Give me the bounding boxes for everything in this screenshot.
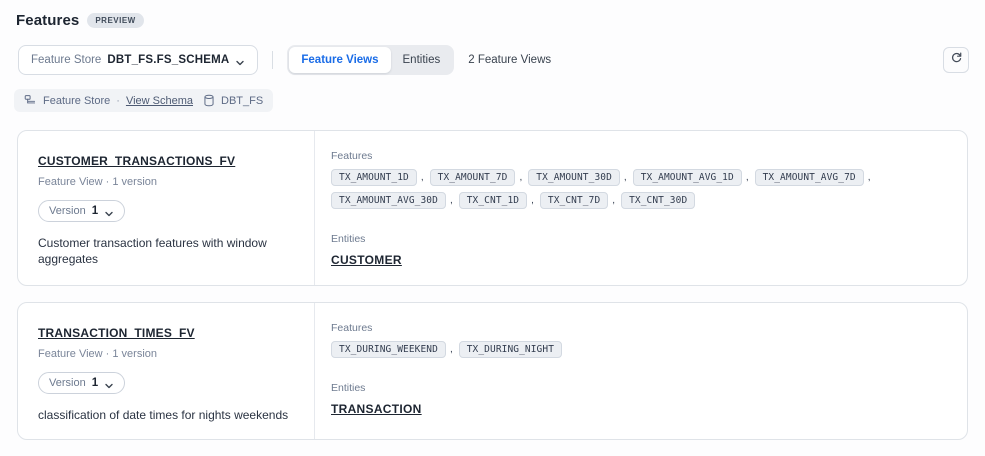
entities-section: Entities TRANSACTION bbox=[331, 382, 947, 418]
feature-chip: TX_AMOUNT_30D bbox=[528, 169, 620, 186]
chevron-down-icon bbox=[235, 55, 245, 65]
card-summary: CUSTOMER_TRANSACTIONS_FV Feature View · … bbox=[18, 131, 315, 285]
feature-store-value: DBT_FS.FS_SCHEMA bbox=[107, 54, 229, 66]
refresh-icon bbox=[950, 51, 963, 69]
features-section-label: Features bbox=[331, 150, 947, 162]
feature-view-card: TRANSACTION_TIMES_FV Feature View · 1 ve… bbox=[17, 302, 968, 440]
feature-store-dropdown[interactable]: Feature Store DBT_FS.FS_SCHEMA bbox=[18, 45, 258, 75]
tab-feature-views[interactable]: Feature Views bbox=[289, 47, 390, 73]
feature-chip: TX_CNT_7D bbox=[540, 192, 608, 209]
feature-chip-item: TX_DURING_NIGHT bbox=[459, 341, 562, 358]
features-page: Features PREVIEW Feature Store DBT_FS.FS… bbox=[0, 0, 985, 456]
entities-section-label: Entities bbox=[331, 233, 947, 245]
feature-chip-item: TX_CNT_30D bbox=[621, 192, 695, 209]
toolbar: Feature Store DBT_FS.FS_SCHEMA Feature V… bbox=[18, 45, 969, 75]
feature-chip: TX_AMOUNT_1D bbox=[331, 169, 417, 186]
feature-chip-item: TX_AMOUNT_AVG_7D bbox=[755, 169, 877, 186]
feature-view-name-link[interactable]: TRANSACTION_TIMES_FV bbox=[38, 326, 195, 340]
version-value: 1 bbox=[92, 377, 98, 389]
feature-view-name-link[interactable]: CUSTOMER_TRANSACTIONS_FV bbox=[38, 154, 235, 168]
feature-view-card: CUSTOMER_TRANSACTIONS_FV Feature View · … bbox=[17, 130, 968, 286]
feature-view-description: Customer transaction features with windo… bbox=[38, 235, 288, 267]
view-schema-link[interactable]: View Schema bbox=[126, 95, 193, 107]
card-details: Features TX_AMOUNT_1D TX_AMOUNT_7D TX_AM… bbox=[315, 131, 967, 285]
entities-section-label: Entities bbox=[331, 382, 947, 394]
version-value: 1 bbox=[92, 205, 98, 217]
feature-chip-item: TX_CNT_7D bbox=[540, 192, 621, 209]
breadcrumb-store-label: Feature Store bbox=[43, 95, 110, 107]
toolbar-divider bbox=[272, 51, 273, 69]
feature-chip: TX_CNT_30D bbox=[621, 192, 695, 209]
version-label: Version bbox=[49, 377, 86, 389]
preview-badge: PREVIEW bbox=[87, 13, 143, 28]
feature-store-label: Feature Store bbox=[31, 54, 101, 66]
feature-chip-item: TX_AMOUNT_7D bbox=[430, 169, 529, 186]
feature-view-description: classification of date times for nights … bbox=[38, 407, 294, 423]
entity-link[interactable]: CUSTOMER bbox=[331, 253, 402, 267]
chevron-down-icon bbox=[104, 378, 114, 388]
feature-chip-item: TX_AMOUNT_AVG_30D bbox=[331, 192, 459, 209]
feature-chip: TX_DURING_NIGHT bbox=[459, 341, 562, 358]
feature-chip-item: TX_AMOUNT_1D bbox=[331, 169, 430, 186]
features-section-label: Features bbox=[331, 322, 947, 334]
version-label: Version bbox=[49, 205, 86, 217]
feature-view-type-line: Feature View · 1 version bbox=[38, 176, 294, 188]
database-icon bbox=[203, 94, 215, 107]
version-dropdown[interactable]: Version 1 bbox=[38, 372, 125, 394]
feature-chip: TX_CNT_1D bbox=[459, 192, 527, 209]
view-switcher: Feature Views Entities bbox=[287, 45, 454, 75]
entity-link[interactable]: TRANSACTION bbox=[331, 402, 422, 416]
refresh-button[interactable] bbox=[943, 47, 969, 73]
card-details: Features TX_DURING_WEEKEND TX_DURING_NIG… bbox=[315, 303, 967, 439]
breadcrumb-separator: · bbox=[116, 95, 120, 107]
feature-chip-item: TX_AMOUNT_AVG_1D bbox=[633, 169, 755, 186]
feature-chip: TX_AMOUNT_AVG_30D bbox=[331, 192, 446, 209]
breadcrumb-database-name: DBT_FS bbox=[221, 95, 263, 107]
breadcrumb: Feature Store · View Schema DBT_FS bbox=[14, 89, 273, 112]
feature-chip-item: TX_CNT_1D bbox=[459, 192, 540, 209]
features-chip-list: TX_AMOUNT_1D TX_AMOUNT_7D TX_AMOUNT_30D … bbox=[331, 169, 947, 209]
card-summary: TRANSACTION_TIMES_FV Feature View · 1 ve… bbox=[18, 303, 315, 439]
schema-icon bbox=[24, 94, 37, 107]
feature-view-type-line: Feature View · 1 version bbox=[38, 348, 294, 360]
page-header: Features PREVIEW bbox=[0, 0, 985, 29]
feature-views-count: 2 Feature Views bbox=[468, 54, 551, 66]
feature-chip: TX_AMOUNT_AVG_1D bbox=[633, 169, 742, 186]
tab-entities[interactable]: Entities bbox=[391, 47, 453, 73]
feature-chip-item: TX_DURING_WEEKEND bbox=[331, 341, 459, 358]
breadcrumb-row: Feature Store · View Schema DBT_FS bbox=[14, 89, 969, 112]
version-dropdown[interactable]: Version 1 bbox=[38, 200, 125, 222]
features-chip-list: TX_DURING_WEEKEND TX_DURING_NIGHT bbox=[331, 341, 947, 358]
feature-chip: TX_DURING_WEEKEND bbox=[331, 341, 446, 358]
feature-chip-item: TX_AMOUNT_30D bbox=[528, 169, 632, 186]
feature-chip: TX_AMOUNT_7D bbox=[430, 169, 516, 186]
feature-chip: TX_AMOUNT_AVG_7D bbox=[755, 169, 864, 186]
page-title: Features bbox=[16, 12, 79, 29]
entities-section: Entities CUSTOMER bbox=[331, 233, 947, 269]
chevron-down-icon bbox=[104, 206, 114, 216]
